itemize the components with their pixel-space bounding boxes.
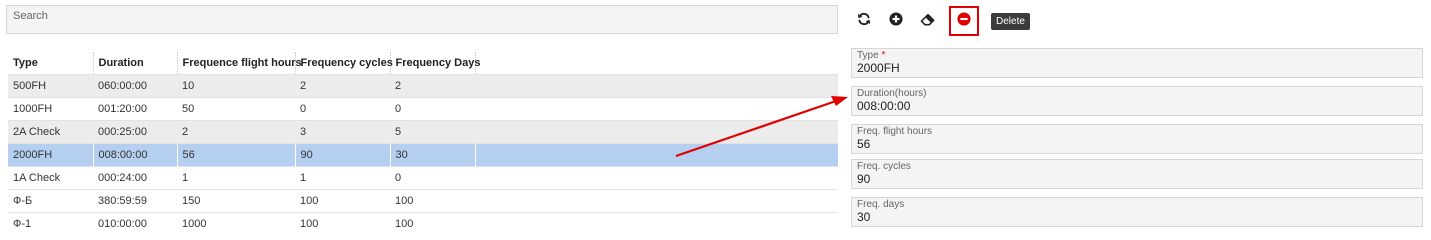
annotation-arrow	[675, 96, 848, 158]
